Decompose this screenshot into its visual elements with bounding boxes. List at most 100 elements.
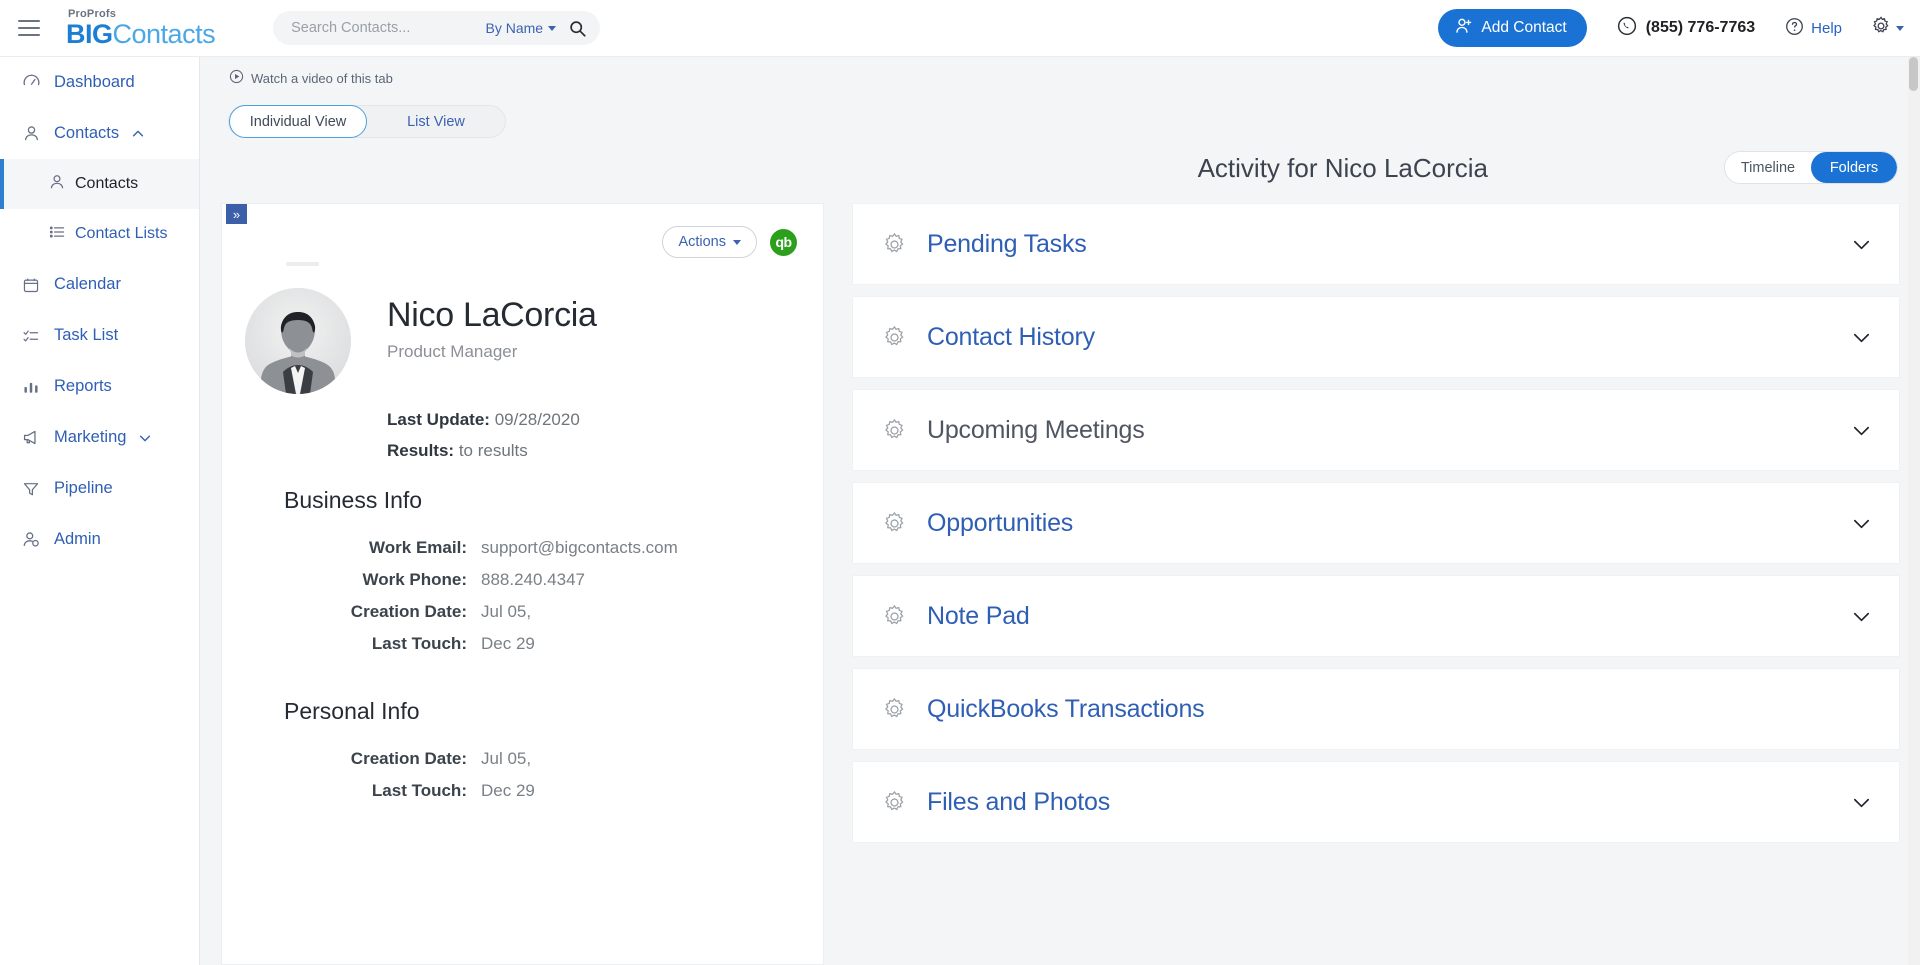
bigcontacts-logo[interactable]: ProProfs BIGContacts bbox=[66, 8, 216, 48]
search-filter-dropdown[interactable]: By Name bbox=[486, 20, 557, 36]
list-icon bbox=[48, 223, 66, 246]
sidebar-subitem-contacts[interactable]: Contacts bbox=[0, 159, 199, 209]
activity-view-toggle: Timeline Folders bbox=[1724, 151, 1898, 184]
field-business-last-touch: Last Touch: Dec 29 bbox=[284, 634, 804, 654]
contact-detail-card: » Actions qb Nico LaCorcia Product Manag… bbox=[221, 203, 824, 965]
personal-info-fields: Creation Date: Jul 05, Last Touch: Dec 2… bbox=[284, 749, 804, 813]
chevron-down-icon bbox=[1896, 25, 1904, 31]
left-sidebar: Dashboard Contacts Contacts Contact List… bbox=[0, 57, 200, 965]
sidebar-item-dashboard[interactable]: Dashboard bbox=[0, 57, 199, 108]
field-value: Jul 05, bbox=[481, 749, 532, 768]
gear-icon[interactable] bbox=[881, 510, 911, 537]
sidebar-item-label: Pipeline bbox=[54, 479, 113, 497]
settings-menu[interactable] bbox=[1870, 15, 1904, 42]
gear-icon[interactable] bbox=[881, 696, 911, 723]
folder-upcoming-meetings[interactable]: Upcoming Meetings bbox=[852, 389, 1900, 471]
chevron-down-icon[interactable] bbox=[1850, 326, 1873, 349]
folder-quickbooks-transactions[interactable]: QuickBooks Transactions bbox=[852, 668, 1900, 750]
quickbooks-badge-label: qb bbox=[775, 234, 792, 250]
field-label: Last Touch: bbox=[371, 781, 467, 800]
double-chevron-right-icon[interactable]: » bbox=[226, 204, 247, 224]
field-business-creation-date: Creation Date: Jul 05, bbox=[284, 602, 804, 622]
checklist-icon bbox=[22, 327, 46, 345]
chevron-down-icon[interactable] bbox=[1850, 791, 1873, 814]
search-input[interactable] bbox=[291, 20, 486, 36]
toggle-folders-label: Folders bbox=[1829, 159, 1879, 176]
view-mode-tabs: Individual View List View bbox=[228, 105, 506, 138]
field-value: Dec 29 bbox=[481, 781, 535, 800]
card-action-group: Actions qb bbox=[662, 226, 797, 258]
meta-results-label: Results: bbox=[387, 441, 455, 460]
sidebar-item-label: Calendar bbox=[54, 275, 121, 293]
toggle-timeline[interactable]: Timeline bbox=[1725, 152, 1811, 183]
watch-video-label: Watch a video of this tab bbox=[251, 70, 393, 86]
add-contact-button[interactable]: Add Contact bbox=[1438, 9, 1587, 47]
folder-files-and-photos[interactable]: Files and Photos bbox=[852, 761, 1900, 843]
gear-icon[interactable] bbox=[881, 417, 911, 444]
sidebar-item-pipeline[interactable]: Pipeline bbox=[0, 463, 199, 514]
gear-icon[interactable] bbox=[881, 603, 911, 630]
chevron-down-icon[interactable] bbox=[1850, 605, 1873, 628]
chevron-down-icon[interactable] bbox=[138, 431, 152, 445]
scrollbar-thumb[interactable] bbox=[1909, 57, 1918, 91]
support-phone[interactable]: (855) 776-7763 bbox=[1617, 16, 1755, 41]
actions-button[interactable]: Actions bbox=[662, 226, 757, 258]
gear-icon[interactable] bbox=[881, 324, 911, 351]
folder-pending-tasks[interactable]: Pending Tasks bbox=[852, 203, 1900, 285]
sidebar-item-label: Admin bbox=[54, 530, 101, 548]
page-vertical-scrollbar[interactable] bbox=[1908, 57, 1920, 965]
watch-video-link[interactable]: Watch a video of this tab bbox=[229, 69, 393, 87]
search-icon[interactable] bbox=[569, 20, 586, 37]
gear-icon[interactable] bbox=[881, 231, 911, 258]
chevron-up-icon[interactable] bbox=[131, 127, 145, 141]
field-value: Dec 29 bbox=[481, 634, 535, 653]
field-label: Last Touch: bbox=[371, 634, 467, 653]
brand-name: BIGContacts bbox=[66, 20, 216, 48]
quickbooks-icon[interactable]: qb bbox=[770, 228, 797, 256]
folder-note-pad[interactable]: Note Pad bbox=[852, 575, 1900, 657]
contact-name-block: Nico LaCorcia Product Manager bbox=[387, 288, 597, 362]
chevron-down-icon[interactable] bbox=[1850, 512, 1873, 535]
top-header-bar: ProProfs BIGContacts By Name bbox=[0, 0, 1920, 57]
folder-label: Contact History bbox=[927, 322, 1095, 351]
field-work-phone: Work Phone: 888.240.4347 bbox=[284, 570, 804, 590]
field-personal-last-touch: Last Touch: Dec 29 bbox=[284, 781, 804, 801]
field-label: Work Email: bbox=[369, 538, 467, 557]
folder-label: QuickBooks Transactions bbox=[927, 694, 1205, 723]
tab-list-view[interactable]: List View bbox=[367, 105, 505, 138]
chevron-down-icon[interactable] bbox=[1850, 233, 1873, 256]
gear-icon[interactable] bbox=[881, 789, 911, 816]
folder-opportunities[interactable]: Opportunities bbox=[852, 482, 1900, 564]
toggle-folders[interactable]: Folders bbox=[1811, 152, 1897, 183]
gear-icon bbox=[1870, 15, 1892, 42]
folder-contact-history[interactable]: Contact History bbox=[852, 296, 1900, 378]
folder-label: Pending Tasks bbox=[927, 229, 1087, 258]
user-gear-icon bbox=[22, 530, 46, 549]
speedometer-icon bbox=[22, 73, 46, 92]
contact-meta-lines: Last Update: 09/28/2020 Results: to resu… bbox=[387, 410, 580, 472]
add-contact-label: Add Contact bbox=[1481, 19, 1567, 36]
chevron-down-icon bbox=[733, 239, 741, 245]
play-circle-icon bbox=[229, 69, 244, 87]
search-filter-label: By Name bbox=[485, 20, 544, 36]
add-user-icon bbox=[1455, 17, 1473, 40]
tab-individual-view[interactable]: Individual View bbox=[229, 105, 367, 138]
page-title: Nico LaCorcia bbox=[387, 296, 597, 334]
sidebar-subitem-contact-lists[interactable]: Contact Lists bbox=[0, 209, 199, 259]
sidebar-item-admin[interactable]: Admin bbox=[0, 514, 199, 565]
folder-label: Files and Photos bbox=[927, 787, 1111, 816]
meta-last-update-value: 09/28/2020 bbox=[494, 410, 580, 429]
sidebar-item-calendar[interactable]: Calendar bbox=[0, 259, 199, 310]
sidebar-item-marketing[interactable]: Marketing bbox=[0, 412, 199, 463]
chevron-down-icon[interactable] bbox=[1850, 419, 1873, 442]
sidebar-item-label: Contacts bbox=[54, 124, 120, 142]
hamburger-menu-icon[interactable] bbox=[18, 20, 40, 36]
placeholder-divider bbox=[286, 262, 319, 266]
sidebar-item-reports[interactable]: Reports bbox=[0, 361, 199, 412]
sidebar-item-contacts[interactable]: Contacts bbox=[0, 108, 199, 159]
sidebar-item-task-list[interactable]: Task List bbox=[0, 310, 199, 361]
help-link[interactable]: Help bbox=[1785, 17, 1842, 40]
field-label: Creation Date: bbox=[350, 602, 467, 621]
bar-chart-icon bbox=[22, 378, 46, 396]
meta-results: Results: to results bbox=[387, 441, 580, 461]
